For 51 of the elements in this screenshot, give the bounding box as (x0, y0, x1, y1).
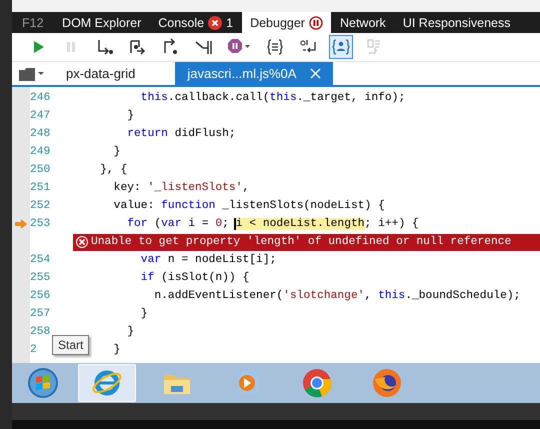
circle-logo-icon (301, 367, 333, 399)
folder-icon (19, 66, 35, 80)
code-line: value: function _listenSlots(nodeList) { (112, 200, 385, 212)
code-line: } (126, 110, 134, 122)
browser-button[interactable] (78, 364, 136, 402)
code-line: var n = nodeList[i]; (140, 254, 276, 266)
line-number: 250 (30, 164, 52, 176)
line-number: 258 (30, 326, 52, 338)
line-number: 247 (30, 110, 52, 122)
close-icon[interactable] (310, 68, 322, 79)
devtools-tab[interactable]: Debugger (242, 12, 332, 33)
line-number: 257 (30, 308, 52, 320)
error-icon (75, 235, 89, 249)
line-number: 249 (30, 146, 52, 158)
line-number: 252 (30, 200, 52, 212)
code-line: }, { (99, 164, 128, 176)
line-number: 256 (30, 290, 52, 302)
line-number: 254 (30, 254, 52, 266)
start-tooltip: Start (52, 335, 90, 355)
code-line: this.callback.call(this._target, info); (140, 92, 406, 104)
line-number: 2 (30, 344, 38, 356)
error-count: 1 (226, 16, 234, 30)
code-line: n.addEventListener('slotchange', this._boundSchedule); (153, 290, 520, 302)
fox-globe-icon (371, 367, 403, 399)
error-icon (208, 16, 222, 30)
windows-logo-icon (27, 367, 59, 399)
source-map-icon (365, 38, 383, 56)
current-statement-highlight: i < nodeList.length (234, 218, 365, 230)
code-line: for (var i = 0; i < nodeList.length; i++) { (126, 218, 419, 230)
code-line: } (126, 326, 134, 338)
code-line: } (140, 308, 148, 320)
code-line: key: '_listenSlots', (112, 182, 250, 194)
step-over-icon (128, 38, 146, 56)
break-on-exceptions-icon (227, 38, 251, 56)
line-number: 253 (30, 218, 52, 230)
line-number: 255 (30, 272, 52, 284)
code-line: return didFlush; (126, 128, 236, 140)
file-tab[interactable]: px-data-grid (54, 62, 148, 85)
code-line: } (112, 146, 120, 158)
line-number: 251 (30, 182, 52, 194)
line-number: 246 (30, 92, 52, 104)
pretty-print-icon (266, 38, 284, 56)
just-my-code-button[interactable] (329, 35, 353, 59)
devtools-caption: F12 (21, 14, 45, 32)
line-number: 248 (30, 128, 52, 140)
just-my-code-icon (332, 38, 350, 56)
code-line: if (isSlot(n)) { (140, 272, 250, 284)
file-tab[interactable]: javascri...ml.js%0A (175, 62, 334, 85)
error-message: Unable to get property 'length' of undefined or null reference (73, 234, 540, 250)
break-on-worker-icon (194, 38, 212, 56)
caret-icon (38, 72, 44, 75)
